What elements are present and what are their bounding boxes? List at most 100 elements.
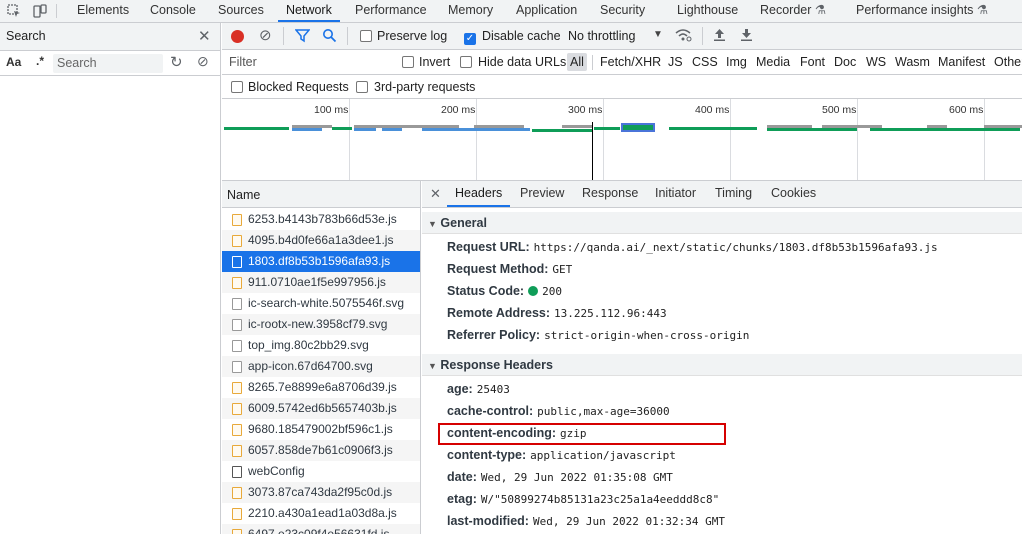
- type-filter-ws[interactable]: WS: [866, 55, 886, 69]
- refresh-icon[interactable]: ↻: [170, 53, 183, 71]
- type-filter-other[interactable]: Other: [994, 55, 1022, 69]
- tab-response[interactable]: Response: [574, 181, 646, 207]
- header-value: Wed, 29 Jun 2022 01:35:08 GMT: [480, 471, 673, 484]
- request-row[interactable]: ic-rootx-new.3958cf79.svg: [222, 314, 420, 335]
- request-name: 6497.e23c09f4e56631fd.js: [248, 527, 390, 534]
- header-value: https://qanda.ai/_next/static/chunks/180…: [533, 241, 938, 254]
- tab-sources[interactable]: Sources: [210, 0, 272, 22]
- regex-toggle[interactable]: .*: [36, 54, 44, 68]
- type-filter-manifest[interactable]: Manifest: [938, 55, 985, 69]
- type-filter-media[interactable]: Media: [756, 55, 790, 69]
- disable-cache-checkbox[interactable]: ✓: [464, 30, 476, 45]
- request-row[interactable]: app-icon.67d64700.svg: [222, 356, 420, 377]
- type-filter-css[interactable]: CSS: [692, 55, 718, 69]
- type-filter-all[interactable]: All: [567, 53, 587, 71]
- request-row[interactable]: 911.0710ae1f5e997956.js: [222, 272, 420, 293]
- request-row[interactable]: 4095.b4d0fe66a1a3dee1.js: [222, 230, 420, 251]
- filter-input[interactable]: Filter: [224, 52, 388, 72]
- request-row[interactable]: 6253.b4143b783b66d53e.js: [222, 209, 420, 230]
- tab-memory[interactable]: Memory: [440, 0, 501, 22]
- request-row[interactable]: 9680.185479002bf596c1.js: [222, 419, 420, 440]
- request-row[interactable]: 8265.7e8899e6a8706d39.js: [222, 377, 420, 398]
- request-name: ic-search-white.5075546f.svg: [248, 296, 405, 310]
- request-name: 2210.a430a1ead1a03d8a.js: [248, 506, 397, 520]
- request-row[interactable]: 6009.5742ed6b5657403b.js: [222, 398, 420, 419]
- activity-bar: [474, 125, 524, 128]
- clear-log-icon[interactable]: ⊘: [259, 26, 272, 44]
- tab-console[interactable]: Console: [142, 0, 204, 22]
- response-headers-section-header[interactable]: ▼ Response Headers: [422, 354, 1022, 376]
- request-row[interactable]: 6057.858de7b61c0906f3.js: [222, 440, 420, 461]
- tab-headers[interactable]: Headers: [447, 181, 511, 207]
- request-row[interactable]: 6497.e23c09f4e56631fd.js: [222, 524, 420, 534]
- type-filter-doc[interactable]: Doc: [834, 55, 856, 69]
- script-file-icon: [232, 214, 242, 226]
- activity-bar: [767, 128, 857, 131]
- network-overview-timeline[interactable]: 100 ms 200 ms 300 ms 400 ms 500 ms 600 m…: [222, 99, 1022, 181]
- blocked-requests-checkbox[interactable]: [231, 81, 243, 96]
- tab-security[interactable]: Security: [592, 0, 653, 22]
- request-row[interactable]: webConfig: [222, 461, 420, 482]
- name-column-header[interactable]: Name: [227, 188, 260, 202]
- third-party-checkbox[interactable]: [356, 81, 368, 96]
- preserve-log-label: Preserve log: [377, 29, 448, 43]
- header-key: cache-control:: [447, 404, 534, 418]
- request-name: 6253.b4143b783b66d53e.js: [248, 212, 397, 226]
- type-filter-fetch-xhr[interactable]: Fetch/XHR: [600, 55, 661, 69]
- request-row[interactable]: 2210.a430a1ead1a03d8a.js: [222, 503, 420, 524]
- close-icon[interactable]: ✕: [430, 186, 441, 202]
- upload-icon[interactable]: [713, 27, 726, 45]
- activity-bar: [962, 128, 1020, 131]
- inspect-element-icon[interactable]: [3, 0, 25, 22]
- tick-label: 300 ms: [568, 104, 603, 116]
- download-icon[interactable]: [740, 27, 753, 45]
- image-file-icon: [232, 319, 242, 331]
- device-toolbar-icon[interactable]: [29, 0, 51, 22]
- network-conditions-icon[interactable]: [675, 27, 692, 46]
- clear-icon[interactable]: ⊘: [197, 53, 209, 70]
- search-input[interactable]: Search: [53, 54, 163, 73]
- status-ok-icon: [528, 286, 539, 296]
- invert-checkbox[interactable]: [402, 56, 414, 71]
- search-icon[interactable]: [322, 28, 337, 46]
- header-key: Remote Address:: [447, 306, 551, 320]
- tab-lighthouse[interactable]: Lighthouse: [669, 0, 746, 22]
- preserve-log-checkbox[interactable]: [360, 30, 372, 45]
- chevron-down-icon[interactable]: ▼: [653, 29, 663, 40]
- blocked-requests-label: Blocked Requests: [248, 80, 349, 94]
- request-row[interactable]: top_img.80c2bb29.svg: [222, 335, 420, 356]
- tick-label: 400 ms: [695, 104, 730, 116]
- tab-performance[interactable]: Performance: [347, 0, 435, 22]
- tab-network[interactable]: Network: [278, 0, 340, 22]
- record-icon[interactable]: [231, 30, 244, 43]
- tab-initiator[interactable]: Initiator: [647, 181, 704, 207]
- activity-bar: [870, 128, 962, 131]
- match-case-toggle[interactable]: Aa: [6, 55, 21, 69]
- script-file-icon: [232, 235, 242, 247]
- tab-cookies[interactable]: Cookies: [763, 181, 824, 207]
- tab-preview[interactable]: Preview: [512, 181, 572, 207]
- tab-recorder[interactable]: Recorder ⚗: [752, 0, 834, 22]
- header-value: 13.225.112.96:443: [554, 307, 667, 320]
- type-filter-js[interactable]: JS: [668, 55, 683, 69]
- hide-data-urls-checkbox[interactable]: [460, 56, 472, 71]
- type-filter-wasm[interactable]: Wasm: [895, 55, 930, 69]
- filter-icon[interactable]: [294, 28, 311, 46]
- request-row[interactable]: ic-search-white.5075546f.svg: [222, 293, 420, 314]
- tab-timing[interactable]: Timing: [707, 181, 760, 207]
- type-filter-img[interactable]: Img: [726, 55, 747, 69]
- tab-application[interactable]: Application: [508, 0, 585, 22]
- type-filter-font[interactable]: Font: [800, 55, 825, 69]
- tick-label: 500 ms: [822, 104, 857, 116]
- activity-bar: [927, 125, 947, 128]
- script-file-icon: [232, 424, 242, 436]
- tab-performance-insights[interactable]: Performance insights ⚗: [848, 0, 996, 22]
- network-toolbar: ⊘ Preserve log ✓ Disable cache No thrott…: [222, 23, 1022, 50]
- throttling-select[interactable]: No throttling: [568, 29, 635, 43]
- tab-elements[interactable]: Elements: [69, 0, 137, 22]
- request-row[interactable]: 3073.87ca743da2f95c0d.js: [222, 482, 420, 503]
- request-row[interactable]: 1803.df8b53b1596afa93.js: [222, 251, 420, 272]
- general-section-header[interactable]: ▼ General: [422, 212, 1022, 234]
- header-row: date: Wed, 29 Jun 2022 01:35:08 GMT: [447, 466, 673, 488]
- close-icon[interactable]: ✕: [198, 27, 211, 45]
